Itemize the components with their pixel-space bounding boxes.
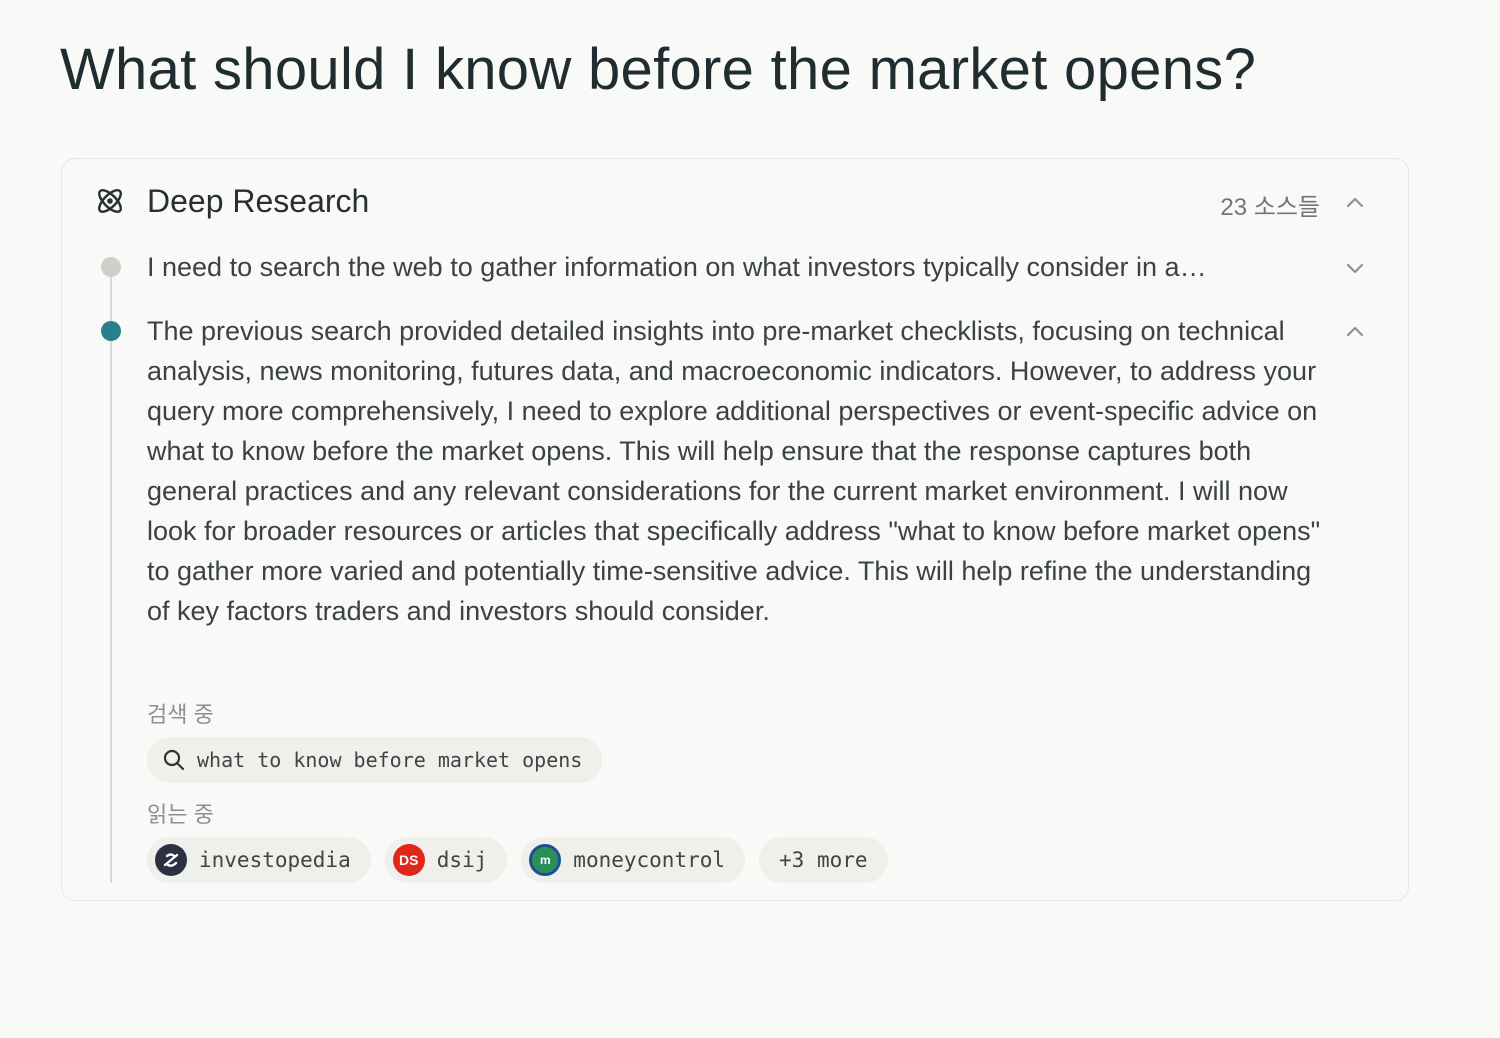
card-title: Deep Research bbox=[147, 183, 370, 219]
timeline-line bbox=[110, 267, 112, 883]
source-list: investopedia DS dsij m moneycontrol +3 m… bbox=[147, 837, 888, 883]
moneycontrol-favicon: m bbox=[529, 844, 562, 876]
chevron-down-icon[interactable] bbox=[1342, 255, 1368, 281]
step-active-dot bbox=[101, 321, 121, 341]
card-header[interactable]: Deep Research 23 소스들 bbox=[62, 159, 1408, 247]
chevron-up-icon[interactable] bbox=[1342, 190, 1368, 216]
chevron-up-icon[interactable] bbox=[1342, 319, 1368, 345]
sources-count: 23 소스들 bbox=[1220, 194, 1320, 221]
investopedia-favicon bbox=[155, 844, 187, 876]
reading-label: 읽는 중 bbox=[147, 802, 214, 827]
search-icon bbox=[163, 749, 185, 771]
deep-research-card: Deep Research 23 소스들 I need to search th… bbox=[61, 158, 1409, 901]
step-done-dot bbox=[101, 257, 121, 277]
more-sources-chip[interactable]: +3 more bbox=[759, 837, 888, 883]
atom-icon bbox=[98, 189, 122, 213]
source-name: moneycontrol bbox=[573, 848, 726, 872]
query-title: What should I know before the market ope… bbox=[60, 37, 1257, 102]
source-chip-moneycontrol[interactable]: m moneycontrol bbox=[521, 837, 746, 883]
source-name: investopedia bbox=[199, 848, 351, 872]
step-2-text: The previous search provided detailed in… bbox=[147, 316, 1321, 626]
page: What should I know before the market ope… bbox=[0, 0, 1500, 1038]
search-query-chip[interactable]: what to know before market opens bbox=[147, 737, 603, 783]
source-chip-investopedia[interactable]: investopedia bbox=[147, 837, 371, 883]
moneycontrol-badge: m bbox=[539, 853, 551, 867]
source-name: dsij bbox=[436, 848, 488, 872]
dsij-favicon: DS bbox=[392, 844, 425, 876]
step-1-text[interactable]: I need to search the web to gather infor… bbox=[147, 247, 1307, 287]
source-chip-dsij[interactable]: DS dsij bbox=[384, 837, 508, 883]
search-query-text: what to know before market opens bbox=[197, 748, 583, 772]
more-sources-label: +3 more bbox=[779, 848, 868, 872]
searching-label: 검색 중 bbox=[147, 702, 214, 727]
